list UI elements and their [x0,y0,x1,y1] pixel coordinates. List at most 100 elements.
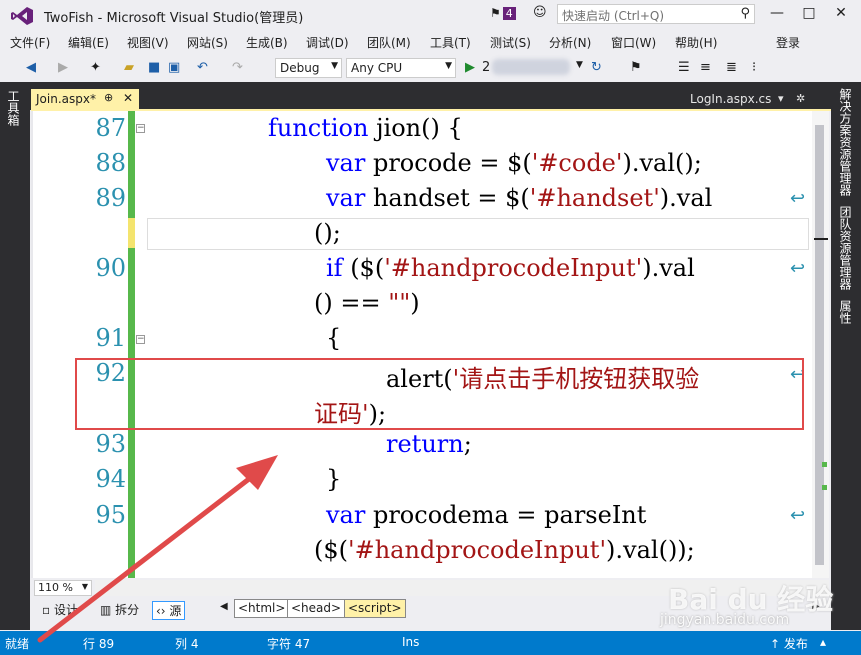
crumb-script[interactable]: <script> [344,599,406,618]
code-text: jion() { [368,114,463,142]
keyword: var [326,501,366,529]
refresh-icon[interactable]: ↻ [591,60,602,75]
zoom-select[interactable]: 110 % ▼ [34,580,92,596]
undo-icon[interactable]: ↶ [197,60,208,75]
format-icon[interactable]: ☰ [678,60,690,75]
platform-select[interactable]: Any CPU ▼ [346,58,456,78]
notifications[interactable]: ⚑ 4 [490,6,516,20]
menu-team[interactable]: 团队(M) [367,34,411,51]
menu-debug[interactable]: 调试(D) [306,34,349,51]
toolbox-tab[interactable]: 工具箱 [6,90,22,126]
code-text: ).val()); [606,536,695,564]
code-text: ).val(); [622,149,702,177]
status-insert-mode: Ins [402,635,420,649]
solution-explorer-tab[interactable]: 解决方案资源管理器 [838,88,854,196]
keyword: return [386,430,464,458]
scrollbar-change-marker [822,485,827,490]
source-view-button[interactable]: ‹› 源 [152,601,186,620]
toolbar: ◀ ▶ ✦ ▰ ■ ▣ ↶ ↷ Debug ▼ Any CPU ▼ ▶ 2 ▼ ↻ … [0,54,861,82]
chevron-down-icon: ▼ [331,61,338,71]
restore-button[interactable]: □ [794,5,824,21]
redo-icon[interactable]: ↷ [232,60,243,75]
code-line-90: if ($('#handprocodeInput').val [326,254,695,282]
menu-view[interactable]: 视图(V) [127,34,169,51]
scrollbar-thumb[interactable] [815,125,824,565]
configuration-select[interactable]: Debug ▼ [275,58,342,78]
code-line-87: function jion() { [268,114,463,142]
split-icon: ▥ [100,603,116,617]
split-view-button[interactable]: ▥ 拆分 [100,601,139,618]
collapse-icon[interactable]: − [136,124,145,133]
chevron-up-icon[interactable]: ▴ [820,635,826,649]
open-folder-icon[interactable]: ▰ [124,60,134,75]
uncomment-icon[interactable]: ≣ [726,60,737,75]
back-icon[interactable]: ◀ [26,60,36,75]
code-line-89-wrap: (); [314,219,341,247]
line-number: 91 [95,324,126,352]
crumb-html[interactable]: <html> [234,599,290,618]
new-project-icon[interactable]: ✦ [90,60,101,75]
start-debug-icon[interactable]: ▶ [465,60,475,75]
menu-tools[interactable]: 工具(T) [430,34,471,51]
code-text: procode = $( [365,149,532,177]
publish-button[interactable]: ↑ 发布 [770,635,808,652]
pin-icon[interactable]: ⊕ [104,91,113,104]
baidu-watermark-url: jingyan.baidu.com [660,612,790,628]
string-literal: '#code' [531,149,623,177]
quick-launch-input[interactable]: 快速启动 (Ctrl+Q) ⚲ [557,4,755,24]
split-label: 拆分 [115,603,140,617]
code-line-89: var handset = $('#handset').val [326,184,712,212]
search-icon: ⚲ [740,6,750,21]
configuration-value: Debug [280,61,320,75]
chevron-down-icon[interactable]: ▼ [576,60,583,70]
code-text: ($( [314,536,348,564]
login-link[interactable]: 登录 [776,34,800,51]
design-view-button[interactable]: ▫ 设计 [42,601,78,618]
notification-count-badge: 4 [502,7,516,20]
menu-window[interactable]: 窗口(W) [611,34,656,51]
collapse-icon[interactable]: − [136,335,145,344]
menu-edit[interactable]: 编辑(E) [68,34,109,51]
properties-tab[interactable]: 属性 [838,300,854,324]
current-line-highlight [147,218,809,250]
string-literal: '#handset' [529,184,660,212]
design-label: 设计 [53,603,78,617]
close-tab-icon[interactable]: ✕ [123,91,133,105]
menu-test[interactable]: 测试(S) [490,34,531,51]
team-explorer-tab[interactable]: 团队资源管理器 [838,206,854,290]
keyword: var [326,184,366,212]
scrollbar-caret-marker [814,238,828,240]
menu-build[interactable]: 生成(B) [246,34,288,51]
window-title: TwoFish - Microsoft Visual Studio(管理员) [44,11,304,26]
status-char: 字符 47 [267,637,311,651]
menu-website[interactable]: 网站(S) [187,34,228,51]
menu-analyze[interactable]: 分析(N) [549,34,591,51]
browser-link-icon[interactable]: ⚑ [630,60,642,75]
line-number: 95 [95,501,126,529]
code-text: ).val [659,184,713,212]
save-icon[interactable]: ■ [148,60,160,75]
close-button[interactable]: ✕ [826,5,856,21]
menu-help[interactable]: 帮助(H) [675,34,717,51]
annotation-highlight-box [75,358,804,430]
code-text: ($( [342,254,385,282]
chevron-down-icon[interactable]: ▾ [778,92,784,105]
run-target-label[interactable]: 2 [482,60,490,75]
code-text: ; [463,430,472,458]
tab-login-aspx-cs[interactable]: LogIn.aspx.cs [690,92,771,106]
save-all-icon[interactable]: ▣ [168,60,180,75]
line-number: 93 [95,430,126,458]
comment-icon[interactable]: ≡ [700,60,711,75]
gear-icon[interactable]: ✲ [796,92,805,105]
forward-icon[interactable]: ▶ [58,60,68,75]
menu-file[interactable]: 文件(F) [10,34,50,51]
crumb-left-arrow-icon[interactable]: ◀ [220,601,228,612]
string-literal: '#handprocodeInput' [384,254,643,282]
code-text: ).val [642,254,695,282]
minimize-button[interactable]: — [762,5,792,21]
code-line-95: var procodema = parseInt [326,501,646,529]
crumb-head[interactable]: <head> [287,599,346,618]
toolbar-options-icon[interactable]: ⁝ [752,60,756,75]
keyword: function [268,114,369,142]
feedback-icon[interactable]: ☺ [533,5,547,20]
